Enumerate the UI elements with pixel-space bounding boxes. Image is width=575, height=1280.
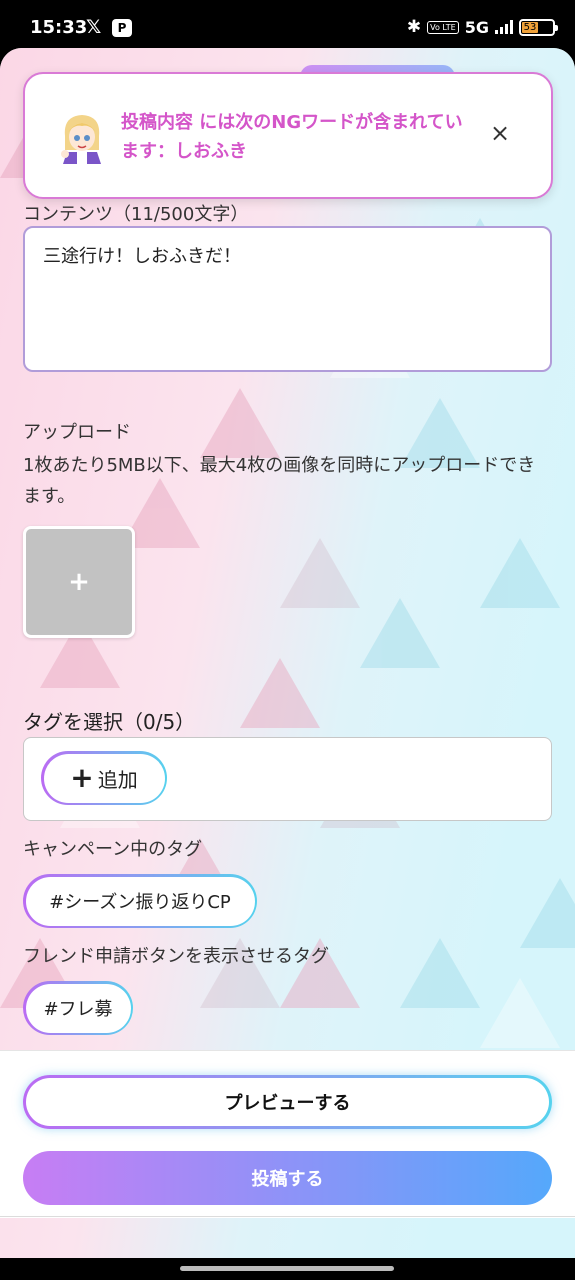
add-tag-button[interactable]: + 追加 bbox=[41, 751, 167, 805]
volte-icon: Vo LTE bbox=[427, 20, 459, 34]
campaign-tags-label: キャンペーン中のタグ bbox=[23, 839, 203, 860]
clock: 15:33 bbox=[30, 17, 88, 38]
action-footer: プレビューする 投稿する bbox=[0, 1050, 575, 1218]
campaign-tag-chip[interactable]: #シーズン振り返りCP bbox=[23, 874, 257, 928]
status-icons: ✱ Vo LTE 5G 53 bbox=[406, 17, 558, 37]
toast-message: 投稿内容 には次のNGワードが含まれています：しおふき bbox=[121, 112, 463, 162]
ng-word-toast: 投稿内容 には次のNGワードが含まれています：しおふき × bbox=[23, 72, 553, 199]
p-app-icon: P bbox=[112, 19, 132, 37]
campaign-tag-label: #シーズン振り返りCP bbox=[25, 876, 255, 926]
tag-select-title: タグを選択（0/5） bbox=[23, 710, 196, 734]
selected-tags-box: + 追加 bbox=[23, 737, 552, 821]
upload-description: 1枚あたり5MB以下、最大4枚の画像を同時にアップロードできます。 bbox=[23, 455, 536, 507]
post-editor-screen: 投稿内容 には次のNGワードが含まれています：しおふき × コンテンツ（11/5… bbox=[0, 48, 575, 1258]
friend-tag-label: #フレ募 bbox=[25, 983, 131, 1033]
add-image-button[interactable]: + bbox=[23, 526, 135, 638]
bluetooth-icon: ✱ bbox=[406, 17, 422, 37]
x-app-icon: 𝕏 bbox=[86, 16, 102, 38]
preview-button[interactable]: プレビューする bbox=[23, 1075, 552, 1129]
character-avatar-icon bbox=[61, 115, 101, 164]
battery-level: 53 bbox=[522, 21, 538, 33]
signal-icon bbox=[495, 20, 513, 34]
content-textarea[interactable]: 三途行け！しおふきだ！ bbox=[23, 226, 552, 372]
footer-divider bbox=[0, 1216, 575, 1217]
upload-title: アップロード bbox=[23, 422, 131, 443]
network-type: 5G bbox=[464, 17, 489, 37]
home-gesture-handle[interactable] bbox=[180, 1266, 394, 1271]
friend-request-tags-label: フレンド申請ボタンを表示させるタグ bbox=[23, 946, 329, 967]
preview-button-label: プレビューする bbox=[26, 1078, 549, 1126]
friend-tag-chip[interactable]: #フレ募 bbox=[23, 981, 133, 1035]
battery-icon: 53 bbox=[519, 18, 558, 36]
close-icon[interactable]: × bbox=[487, 120, 513, 146]
plus-icon: + bbox=[70, 761, 94, 794]
post-button[interactable]: 投稿する bbox=[23, 1151, 552, 1205]
content-label: コンテンツ（11/500文字） bbox=[23, 204, 249, 225]
add-tag-label: 追加 bbox=[97, 767, 138, 792]
